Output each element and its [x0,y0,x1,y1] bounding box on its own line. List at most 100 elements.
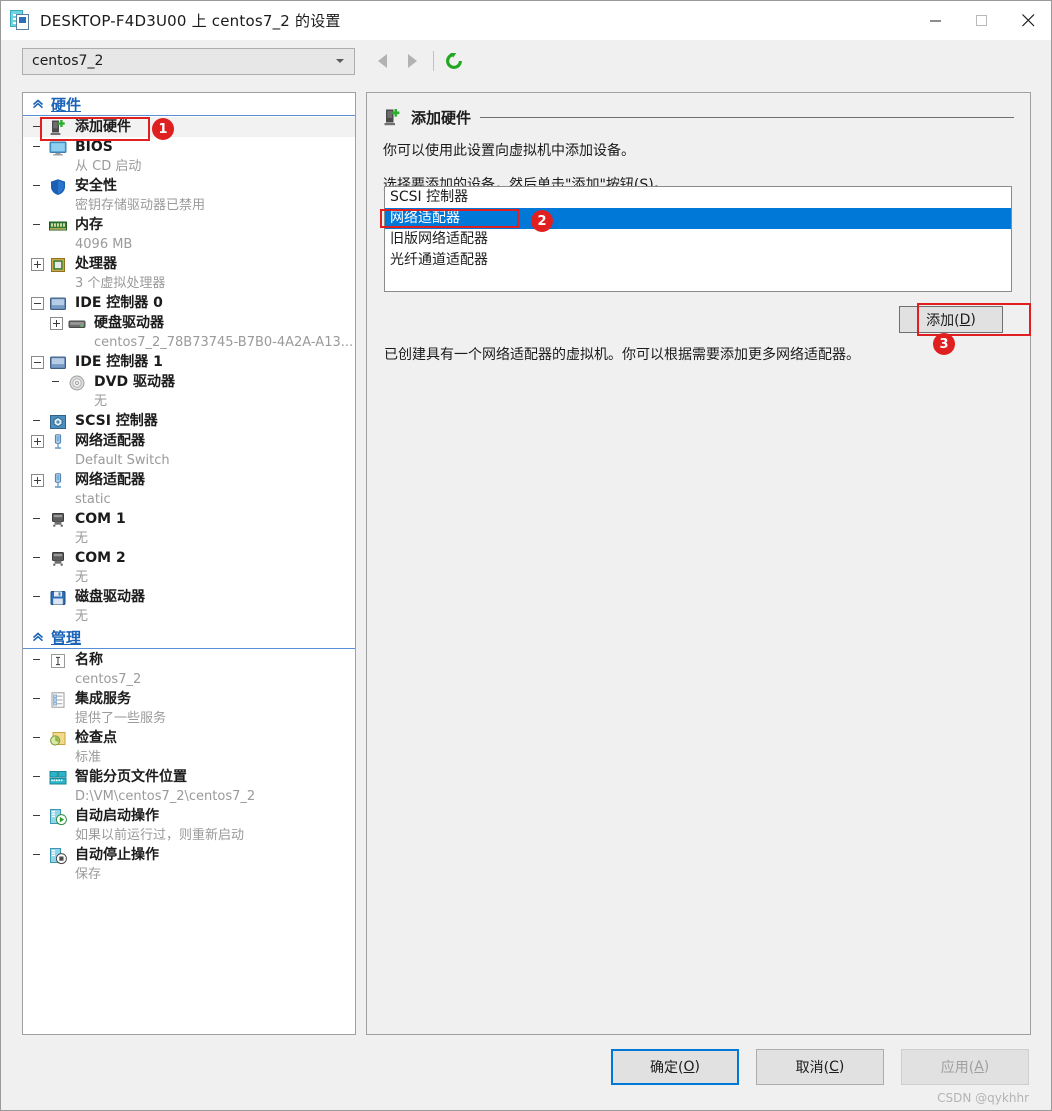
tree-item-texts: SCSI 控制器 [75,412,158,431]
tree-item[interactable]: BIOS 从 CD 启动 [23,137,355,176]
add-button-label: 添加( [926,312,960,329]
tree-item-sublabel: D:\VM\centos7_2\centos7_2 [75,789,256,804]
section-header-management[interactable]: 管理 [23,626,355,649]
window-title: DESKTOP-F4D3U00 上 centos7_2 的设置 [40,12,341,30]
add-button-suffix: ) [970,311,976,328]
device-list-item[interactable]: 网络适配器 [385,208,1011,229]
tree-item[interactable]: 添加硬件 [23,117,355,137]
device-listbox[interactable]: SCSI 控制器 网络适配器 旧版网络适配器 光纤通道适配器 [384,186,1012,292]
ok-button-accel: O [683,1059,695,1075]
tree-item-label: 添加硬件 [75,119,131,135]
section-header-hardware[interactable]: 硬件 [23,93,355,116]
chevron-double-up-icon [31,98,45,110]
processor-icon [49,256,69,274]
tree-item[interactable]: 安全性 密钥存储驱动器已禁用 [23,176,355,215]
expand-icon[interactable] [31,474,44,487]
tree-item[interactable]: IDE 控制器 1 [23,352,355,372]
device-list-item[interactable]: 旧版网络适配器 [385,229,1011,250]
dvd-drive-icon [69,375,85,391]
tree-item[interactable]: 自动停止操作 保存 [23,845,355,884]
ide-controller-icon [50,356,66,369]
tree-item[interactable]: SCSI 控制器 [23,411,355,431]
tree-item-texts: IDE 控制器 1 [75,353,163,372]
tree-item-label: 处理器 [75,256,117,272]
tree-item-texts: COM 2 无 [75,549,126,587]
integration-services-icon [49,691,69,709]
tree-item-label: 硬盘驱动器 [94,315,164,331]
auto-stop-icon [49,847,69,865]
tree-item[interactable]: 检查点 标准 [23,728,355,767]
settings-vm-icon [10,9,30,32]
tree-item[interactable]: 网络适配器 static [23,470,355,509]
tree-item[interactable]: 处理器 3 个虚拟处理器 [23,254,355,293]
network-adapter-icon [54,473,62,488]
collapse-icon[interactable] [31,297,44,310]
tree-item[interactable]: 智能分页文件位置 D:\VM\centos7_2\centos7_2 [23,767,355,806]
com-port-icon [49,550,69,568]
tree-item-texts: 添加硬件 [75,118,131,137]
tree-item[interactable]: COM 1 无 [23,509,355,548]
add-device-button[interactable]: 添加(D) [899,306,1003,333]
toolbar-separator [433,51,434,71]
tree-item-texts: 内存 4096 MB [75,216,132,254]
cancel-button-accel: C [829,1059,839,1075]
bios-monitor-icon [49,139,69,157]
tree-item-texts: 检查点 标准 [75,729,117,767]
tree-item[interactable]: 网络适配器 Default Switch [23,431,355,470]
ok-button-suffix: ) [694,1059,700,1075]
add-hardware-footnote: 已创建具有一个网络适配器的虚拟机。你可以根据需要添加更多网络适配器。 [384,347,860,363]
device-list-item[interactable]: SCSI 控制器 [385,187,1011,208]
close-button[interactable] [1005,1,1051,40]
ok-button[interactable]: 确定(O) [611,1049,739,1085]
tree-item[interactable]: 磁盘驱动器无 [23,587,355,626]
tree-item-label: 智能分页文件位置 [75,769,187,785]
tree-spacer [31,141,44,154]
minimize-button[interactable] [913,1,959,40]
tree-item-texts: DVD 驱动器无 [94,373,175,411]
tree-spacer [31,693,44,706]
tree-item-label: DVD 驱动器 [94,374,175,390]
forward-button[interactable] [397,46,427,76]
refresh-button[interactable] [440,47,468,75]
tree-item[interactable]: IDE 控制器 0 [23,293,355,313]
tree-item[interactable]: 内存 4096 MB [23,215,355,254]
cancel-button[interactable]: 取消(C) [756,1049,884,1085]
tree-spacer [31,415,44,428]
window-controls [913,1,1051,40]
tree-item-texts: COM 1 无 [75,510,126,548]
scsi-controller-icon [50,415,66,429]
expand-icon[interactable] [31,258,44,271]
settings-dialog-window: DESKTOP-F4D3U00 上 centos7_2 的设置 centos7_… [0,0,1052,1111]
expand-icon[interactable] [50,317,63,330]
tree-spacer [31,513,44,526]
tree-item[interactable]: 硬盘驱动器 centos7_2_78B73745-B7B0-4A2A-A13... [23,313,355,352]
tree-item-label: COM 1 [75,511,126,527]
back-button[interactable] [367,46,397,76]
expand-icon[interactable] [31,435,44,448]
integration-services-icon [51,692,65,708]
tree-item-label: 自动停止操作 [75,847,159,863]
tree-item-label: 网络适配器 [75,472,145,488]
tree-spacer [31,121,44,134]
hardware-tree-pane[interactable]: 硬件 添加硬件 BIOS 从 CD 启动 安全性 密钥存储驱动器已禁用 内存 4096 MB 处… [22,92,356,1035]
smart-paging-icon [49,771,67,785]
annotation-badge-2: 2 [531,210,553,232]
tree-item[interactable]: 集成服务 提供了一些服务 [23,689,355,728]
tree-item[interactable]: 名称 centos7_2 [23,650,355,689]
apply-button[interactable]: 应用(A) [901,1049,1029,1085]
tree-item[interactable]: COM 2 无 [23,548,355,587]
tree-item[interactable]: DVD 驱动器无 [23,372,355,411]
hard-drive-icon [68,315,88,333]
tree-item-label: IDE 控制器 1 [75,354,163,370]
tree-spacer [31,810,44,823]
device-list-item[interactable]: 光纤通道适配器 [385,250,1011,271]
annotation-badge-1: 1 [152,118,174,140]
tree-group: 名称 centos7_2 集成服务 提供了一些服务 检查点 标准智能分页文件位置 D:\VM… [23,649,355,884]
hard-drive-icon [68,320,86,328]
collapse-icon[interactable] [31,356,44,369]
maximize-button[interactable] [959,1,1005,40]
vm-selector-combobox[interactable]: centos7_2 [22,47,355,75]
refresh-icon [446,53,462,69]
header-rule [480,117,1014,118]
tree-item[interactable]: 自动启动操作 如果以前运行过，则重新启动 [23,806,355,845]
